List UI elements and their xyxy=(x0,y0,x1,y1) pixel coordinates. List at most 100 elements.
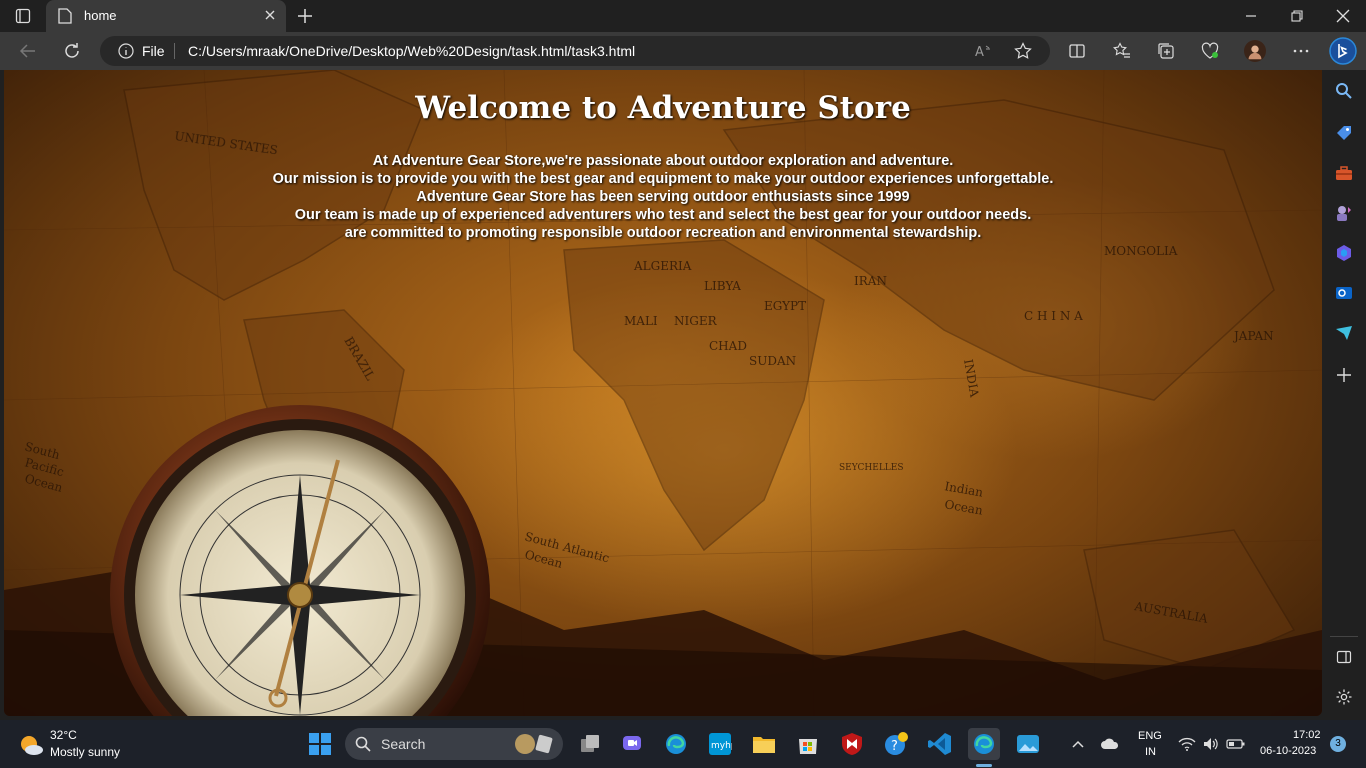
address-divider xyxy=(174,43,175,59)
clock-time[interactable]: 17:02 xyxy=(1293,729,1321,741)
onedrive-button[interactable] xyxy=(1100,736,1120,757)
input-region-indicator: IN xyxy=(1145,746,1156,758)
edge-sidebar xyxy=(1322,70,1366,716)
refresh-button[interactable] xyxy=(61,40,83,62)
page-heading: Welcome to Adventure Store xyxy=(415,90,911,126)
map-label: SEYCHELLES xyxy=(839,463,904,473)
sidebar-add-button[interactable] xyxy=(1333,364,1355,386)
restore-icon xyxy=(1291,10,1303,22)
task-view-icon xyxy=(581,735,599,752)
sidebar-games-button[interactable] xyxy=(1333,202,1355,224)
page-icon xyxy=(58,8,72,29)
tab-actions-icon xyxy=(15,8,31,24)
windows-taskbar: 32°C Mostly sunny Search myhp ? xyxy=(0,720,1366,768)
active-app-indicator xyxy=(976,764,992,767)
task-view-button[interactable] xyxy=(574,728,606,760)
search-label: Search xyxy=(381,736,426,752)
intro-line: Our mission is to provide you with the b… xyxy=(272,171,1054,187)
sidebar-search-button[interactable] xyxy=(1333,80,1355,102)
toolbox-icon xyxy=(1336,166,1352,180)
mcafee-app-button[interactable] xyxy=(836,728,868,760)
file-explorer-button[interactable] xyxy=(748,728,780,760)
browser-essentials-button[interactable] xyxy=(1199,40,1221,62)
info-icon[interactable] xyxy=(118,43,134,64)
bing-icon xyxy=(1329,37,1357,65)
more-dots-icon xyxy=(1293,49,1309,53)
map-label: MALI xyxy=(624,314,658,328)
map-label: IRAN xyxy=(854,274,887,288)
myhp-icon: myhp xyxy=(709,733,732,755)
show-hidden-icons-button[interactable] xyxy=(1070,736,1086,757)
gear-icon xyxy=(1336,689,1352,705)
split-screen-button[interactable] xyxy=(1066,40,1088,62)
mcafee-shield-icon xyxy=(842,733,862,755)
copilot-button[interactable] xyxy=(1328,36,1358,66)
map-label: NIGER xyxy=(674,314,718,328)
split-screen-icon xyxy=(1069,44,1085,58)
folder-icon xyxy=(753,737,775,753)
settings-and-more-button[interactable] xyxy=(1290,40,1312,62)
intro-text: At Adventure Gear Store,we're passionate… xyxy=(4,152,1322,242)
heartbeat-icon xyxy=(1201,42,1219,59)
browser-toolbar: File C:/Users/mraak/OneDrive/Desktop/Web… xyxy=(0,32,1366,70)
favorites-button[interactable] xyxy=(1111,40,1133,62)
favorite-star-icon[interactable] xyxy=(1014,42,1032,65)
map-label: Ocean xyxy=(943,497,984,518)
avatar-icon xyxy=(1244,40,1266,62)
shopping-tag-icon xyxy=(1337,126,1351,140)
store-app-button[interactable] xyxy=(792,728,824,760)
address-url[interactable]: C:/Users/mraak/OneDrive/Desktop/Web%20De… xyxy=(188,43,635,59)
edge-active-app-button[interactable] xyxy=(968,728,1000,760)
sidebar-tools-button[interactable] xyxy=(1333,162,1355,184)
start-button[interactable] xyxy=(304,728,336,760)
close-window-button[interactable] xyxy=(1320,0,1366,32)
wifi-icon[interactable] xyxy=(1178,736,1196,757)
taskbar-search[interactable]: Search xyxy=(345,728,563,760)
get-help-app-button[interactable]: ? xyxy=(880,728,912,760)
close-tab-icon[interactable] xyxy=(262,7,278,28)
notification-badge[interactable]: 3 xyxy=(1330,736,1346,752)
restore-button[interactable] xyxy=(1274,0,1320,32)
page-viewport: UNITED STATES ALGERIA LIBYA EGYPT CHAD S… xyxy=(4,70,1322,716)
battery-icon[interactable] xyxy=(1226,736,1246,757)
profile-avatar[interactable] xyxy=(1244,40,1266,62)
outlook-icon xyxy=(1336,287,1352,299)
clock-date[interactable]: 06-10-2023 xyxy=(1260,745,1316,757)
sidebar-drop-button[interactable] xyxy=(1333,322,1355,344)
sidebar-shopping-button[interactable] xyxy=(1333,122,1355,144)
read-aloud-icon[interactable]: A xyxy=(974,42,992,65)
teams-chat-button[interactable] xyxy=(616,728,648,760)
tab-actions-button[interactable] xyxy=(0,0,46,32)
sidebar-hide-button[interactable] xyxy=(1333,646,1355,668)
weather-description: Mostly sunny xyxy=(50,745,121,759)
weather-widget[interactable] xyxy=(16,730,46,760)
plus-icon xyxy=(1337,368,1351,382)
myhp-app-button[interactable]: myhp xyxy=(704,728,736,760)
edge-app-button[interactable] xyxy=(660,728,692,760)
intro-line: Our team is made up of experienced adven… xyxy=(294,207,1032,223)
address-bar[interactable]: File C:/Users/mraak/OneDrive/Desktop/Web… xyxy=(100,36,1050,66)
weather-temperature: 32°C xyxy=(50,728,77,742)
svg-text:?: ? xyxy=(891,739,898,754)
chat-icon xyxy=(623,736,641,750)
sidebar-outlook-button[interactable] xyxy=(1333,282,1355,304)
photos-app-button[interactable] xyxy=(1012,728,1044,760)
close-icon xyxy=(1336,9,1350,23)
browser-tab[interactable]: home xyxy=(46,0,286,32)
collections-button[interactable] xyxy=(1155,40,1177,62)
edge-icon xyxy=(974,734,994,754)
volume-icon[interactable] xyxy=(1202,736,1220,757)
new-tab-button[interactable] xyxy=(282,0,328,32)
back-arrow-icon xyxy=(19,44,35,58)
intro-line: At Adventure Gear Store,we're passionate… xyxy=(372,153,954,169)
language-indicator[interactable]: ENG xyxy=(1138,730,1162,742)
back-button[interactable] xyxy=(17,40,39,62)
sidebar-settings-button[interactable] xyxy=(1333,686,1355,708)
svg-text:myhp: myhp xyxy=(711,741,732,751)
minimize-button[interactable] xyxy=(1228,0,1274,32)
intro-line: Adventure Gear Store has been serving ou… xyxy=(416,189,910,205)
sidebar-copilot-button[interactable] xyxy=(1333,242,1355,264)
tab-bar: home xyxy=(0,0,1366,32)
vscode-app-button[interactable] xyxy=(924,728,956,760)
games-icon xyxy=(1337,206,1351,221)
